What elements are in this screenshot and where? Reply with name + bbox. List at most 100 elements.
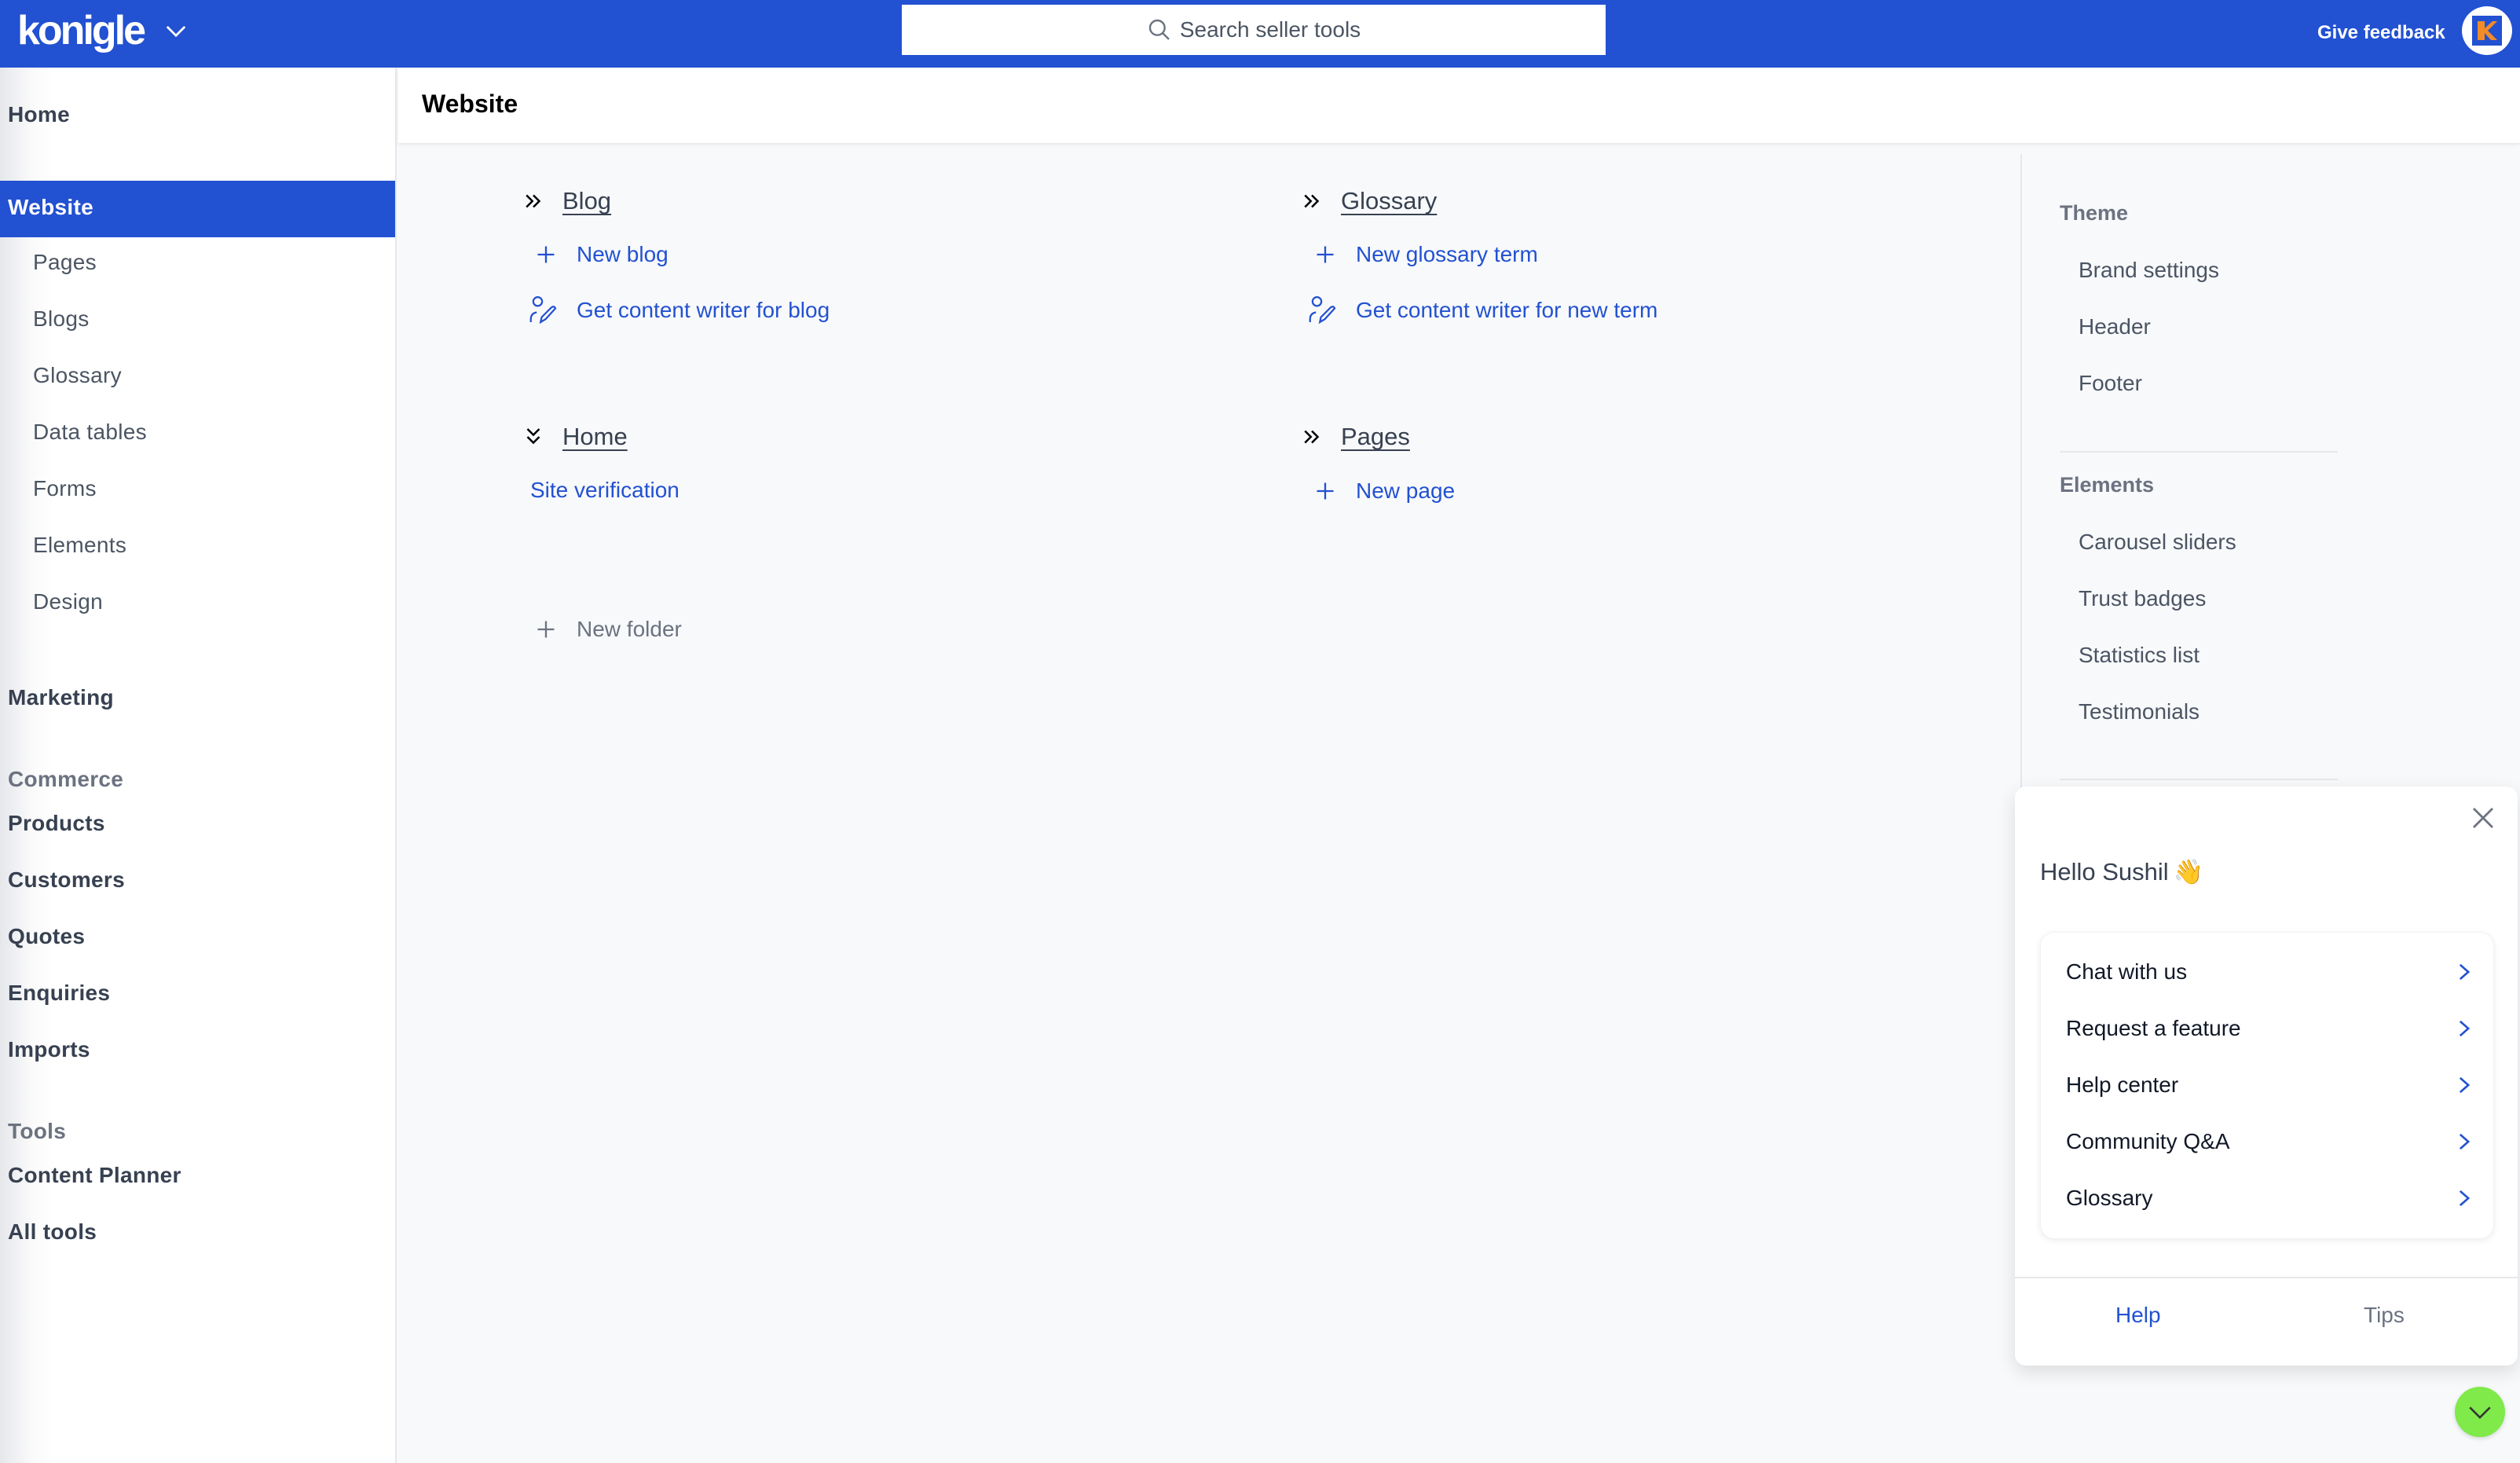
carousel-sliders-link[interactable]: Carousel sliders [2079,530,2236,555]
chevrons-right-icon [1304,194,1320,208]
plus-icon [537,621,555,638]
sidebar-item-customers[interactable]: Customers [8,867,125,893]
chevron-down-icon [2469,1406,2491,1419]
theme-heading: Theme [2060,201,2129,225]
section-title: Home [562,423,628,450]
help-item-label: Help center [2066,1072,2179,1097]
section-blog[interactable]: Blog [522,187,611,215]
chevrons-down-icon [526,428,540,445]
sidebar-item-home[interactable]: Home [8,102,70,127]
wave-icon: 👋 [2173,858,2204,886]
sidebar-item-marketing[interactable]: Marketing [8,685,114,710]
sidebar: Home Website Pages Blogs Glossary Data t… [0,68,397,1463]
chevrons-right-icon [1304,430,1320,444]
sidebar-item-imports[interactable]: Imports [8,1037,90,1062]
page-header: Website [398,68,2520,143]
search-placeholder: Search seller tools [1179,17,1361,42]
divider [2060,779,2338,780]
section-title: Blog [562,187,612,214]
help-item-help-center[interactable]: Help center [2041,1057,2493,1113]
divider [2015,1277,2518,1278]
footer-link[interactable]: Footer [2079,371,2142,396]
header-link[interactable]: Header [2079,314,2151,339]
help-item-label: Glossary [2066,1186,2153,1210]
brand-settings-link[interactable]: Brand settings [2079,258,2219,283]
sidebar-item-data-tables[interactable]: Data tables [33,420,147,445]
link-label: Get content writer for blog [577,298,830,322]
help-menu: Chat with us Request a feature Help cent… [2040,932,2494,1239]
help-greeting: Hello Sushil 👋 [2040,857,2203,886]
store-logo-icon [2472,16,2502,46]
get-content-writer-blog-link[interactable]: Get content writer for blog [528,296,830,324]
site-verification-link[interactable]: Site verification [530,478,679,503]
section-title: Pages [1341,423,1410,450]
link-label: New folder [577,617,682,641]
chevron-right-icon [2459,1133,2471,1150]
sidebar-item-forms[interactable]: Forms [33,476,97,501]
help-item-request-feature[interactable]: Request a feature [2041,1000,2493,1057]
sidebar-item-blogs[interactable]: Blogs [33,306,90,332]
sidebar-item-enquiries[interactable]: Enquiries [8,981,110,1006]
chevron-right-icon [2459,963,2471,981]
section-home[interactable]: Home [522,423,628,451]
sidebar-item-glossary[interactable]: Glossary [33,363,122,388]
help-item-label: Request a feature [2066,1016,2241,1040]
search-icon [1148,19,1170,40]
section-pages[interactable]: Pages [1300,423,1410,451]
search-input[interactable]: Search seller tools [902,5,1606,55]
sidebar-item-elements[interactable]: Elements [33,533,126,558]
link-label: Site verification [530,478,679,502]
help-item-label: Community Q&A [2066,1129,2230,1153]
link-label: New blog [577,242,668,266]
get-content-writer-term-link[interactable]: Get content writer for new term [1307,296,1658,324]
sidebar-item-products[interactable]: Products [8,811,105,836]
sidebar-heading-tools: Tools [8,1119,67,1143]
give-feedback-link[interactable]: Give feedback [2317,17,2445,49]
sidebar-item-content-planner[interactable]: Content Planner [8,1163,181,1188]
divider [2060,451,2338,453]
elements-heading: Elements [2060,473,2155,497]
section-title: Glossary [1341,187,1438,214]
sidebar-item-design[interactable]: Design [33,589,103,614]
greeting-text: Hello Sushil [2040,857,2169,886]
page-title: Website [422,90,518,118]
link-label: Get content writer for new term [1356,298,1658,322]
new-blog-link[interactable]: New blog [533,241,668,268]
plus-icon [1317,246,1334,263]
new-folder-button[interactable]: New folder [533,616,682,643]
trust-badges-link[interactable]: Trust badges [2079,586,2206,611]
plus-icon [537,246,555,263]
section-glossary[interactable]: Glossary [1300,187,1437,215]
sidebar-item-quotes[interactable]: Quotes [8,924,85,949]
link-label: New glossary term [1356,242,1538,266]
tab-help[interactable]: Help [2115,1303,2161,1328]
chevron-right-icon [2459,1076,2471,1094]
statistics-list-link[interactable]: Statistics list [2079,643,2200,668]
chevron-down-icon [166,26,186,38]
sidebar-heading-commerce: Commerce [8,767,124,791]
help-popup: Hello Sushil 👋 Chat with us Request a fe… [2015,786,2518,1366]
help-item-glossary[interactable]: Glossary [2041,1170,2493,1226]
help-item-chat[interactable]: Chat with us [2041,944,2493,1000]
chevron-right-icon [2459,1190,2471,1207]
sidebar-item-label: Website [8,195,93,219]
sidebar-item-all-tools[interactable]: All tools [8,1219,97,1245]
close-icon[interactable] [2469,804,2497,832]
user-pen-icon [1309,296,1336,324]
avatar[interactable] [2462,6,2512,55]
tab-tips[interactable]: Tips [2364,1303,2405,1328]
testimonials-link[interactable]: Testimonials [2079,699,2200,724]
link-label: New page [1356,478,1456,503]
user-pen-icon [529,296,557,324]
help-toggle-button[interactable] [2455,1387,2505,1437]
new-page-link[interactable]: New page [1312,478,1455,504]
help-item-community[interactable]: Community Q&A [2041,1113,2493,1170]
workspace-switcher[interactable]: konigle [17,3,188,58]
sidebar-item-website[interactable]: Website [0,181,395,237]
help-item-label: Chat with us [2066,959,2188,984]
new-glossary-term-link[interactable]: New glossary term [1312,241,1538,268]
plus-icon [1317,482,1334,500]
chevron-right-icon [2459,1020,2471,1037]
sidebar-item-pages[interactable]: Pages [33,250,97,275]
top-bar: konigle Search seller tools Give feedbac… [0,0,2520,68]
